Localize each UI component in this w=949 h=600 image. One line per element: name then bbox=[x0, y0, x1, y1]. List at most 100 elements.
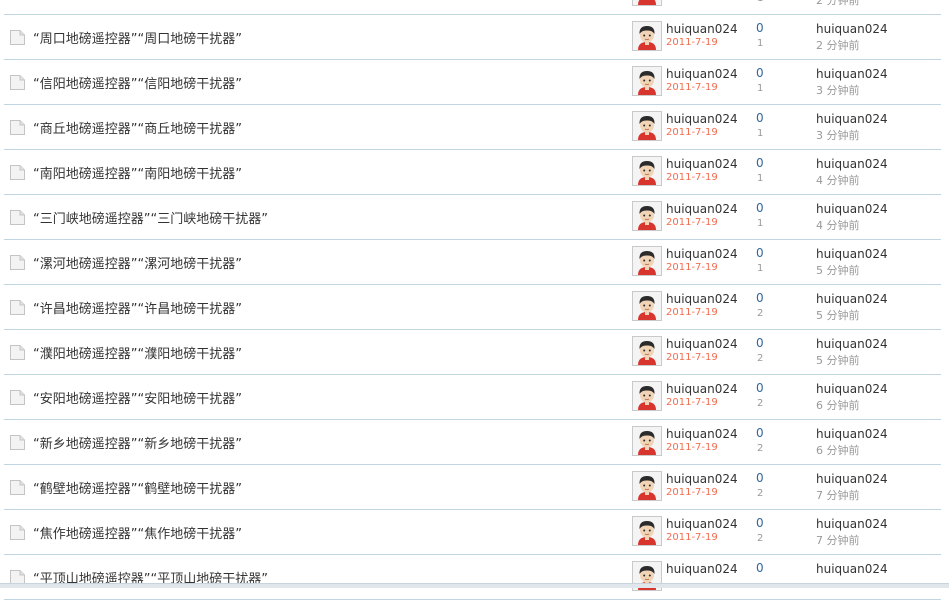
last-post-time-link[interactable]: 7 分钟前 bbox=[816, 487, 860, 503]
view-count: 1 bbox=[757, 83, 764, 94]
thread-author-link[interactable]: huiquan024 bbox=[666, 157, 738, 171]
reply-count-link[interactable]: 0 bbox=[756, 156, 764, 170]
last-post-time-link[interactable]: 5 分钟前 bbox=[816, 352, 860, 368]
reply-count-link[interactable]: 0 bbox=[756, 336, 764, 350]
reply-count-link[interactable]: 0 bbox=[756, 516, 764, 530]
last-poster-link[interactable]: huiquan024 bbox=[816, 292, 888, 306]
last-post-time-link[interactable]: 6 分钟前 bbox=[816, 442, 860, 458]
document-icon bbox=[9, 29, 26, 46]
last-poster-link[interactable]: huiquan024 bbox=[816, 67, 888, 81]
user-avatar-icon[interactable] bbox=[632, 0, 662, 6]
last-post-time-link[interactable]: 4 分钟前 bbox=[816, 217, 860, 233]
document-icon bbox=[9, 344, 26, 361]
user-avatar-icon[interactable] bbox=[632, 381, 662, 411]
reply-count-link[interactable]: 0 bbox=[756, 111, 764, 125]
reply-count-link[interactable]: 0 bbox=[756, 201, 764, 215]
thread-list: huiquan024 2011-7-19 1 2 分钟前 “周口地磅遥控器”“周… bbox=[0, 0, 949, 600]
last-poster-link[interactable]: huiquan024 bbox=[816, 112, 888, 126]
view-count: 2 bbox=[757, 308, 764, 319]
last-poster-link[interactable]: huiquan024 bbox=[816, 427, 888, 441]
last-poster-link[interactable]: huiquan024 bbox=[816, 247, 888, 261]
last-poster-link[interactable]: huiquan024 bbox=[816, 472, 888, 486]
last-post-time-link[interactable]: 7 分钟前 bbox=[816, 532, 860, 548]
last-post-time-link[interactable]: 5 分钟前 bbox=[816, 307, 860, 323]
user-avatar-icon[interactable] bbox=[632, 426, 662, 456]
thread-date: 2011-7-19 bbox=[666, 352, 718, 363]
last-poster-link[interactable]: huiquan024 bbox=[816, 202, 888, 216]
document-icon bbox=[9, 209, 26, 226]
thread-author-link[interactable]: huiquan024 bbox=[666, 112, 738, 126]
reply-count-link[interactable]: 0 bbox=[756, 471, 764, 485]
thread-title-link[interactable]: “新乡地磅遥控器”“新乡地磅干扰器” bbox=[33, 433, 242, 452]
user-avatar-icon[interactable] bbox=[632, 516, 662, 546]
user-avatar-icon[interactable] bbox=[632, 201, 662, 231]
thread-author-link[interactable]: huiquan024 bbox=[666, 247, 738, 261]
thread-author-link[interactable]: huiquan024 bbox=[666, 472, 738, 486]
last-post-time-link[interactable]: 3 分钟前 bbox=[816, 127, 860, 143]
user-avatar-icon[interactable] bbox=[632, 336, 662, 366]
thread-title-link[interactable]: “许昌地磅遥控器”“许昌地磅干扰器” bbox=[33, 298, 242, 317]
horizontal-scrollbar[interactable] bbox=[0, 583, 949, 588]
last-post-time-link[interactable]: 3 分钟前 bbox=[816, 82, 860, 98]
user-avatar-icon[interactable] bbox=[632, 246, 662, 276]
view-count: 1 bbox=[757, 263, 764, 274]
thread-author-link[interactable]: huiquan024 bbox=[666, 427, 738, 441]
thread-date: 2011-7-19 bbox=[666, 127, 718, 138]
thread-row: “信阳地磅遥控器”“信阳地磅干扰器” huiquan024 2011-7-19 … bbox=[0, 60, 949, 105]
thread-title-link[interactable]: “周口地磅遥控器”“周口地磅干扰器” bbox=[33, 28, 242, 47]
user-avatar-icon[interactable] bbox=[632, 21, 662, 51]
thread-author-link[interactable]: huiquan024 bbox=[666, 382, 738, 396]
last-poster-link[interactable]: huiquan024 bbox=[816, 517, 888, 531]
last-poster-link[interactable]: huiquan024 bbox=[816, 157, 888, 171]
last-post-time-link[interactable]: 4 分钟前 bbox=[816, 172, 860, 188]
thread-title-link[interactable]: “南阳地磅遥控器”“南阳地磅干扰器” bbox=[33, 163, 242, 182]
thread-row: “平顶山地磅遥控器”“平顶山地磅干扰器” huiquan024 0 huiqua… bbox=[0, 555, 949, 600]
reply-count-link[interactable]: 0 bbox=[756, 21, 764, 35]
last-post-time-link[interactable]: 5 分钟前 bbox=[816, 262, 860, 278]
view-count: 1 bbox=[757, 128, 764, 139]
user-avatar-icon[interactable] bbox=[632, 471, 662, 501]
user-avatar-icon[interactable] bbox=[632, 111, 662, 141]
document-icon bbox=[9, 434, 26, 451]
view-count: 1 bbox=[757, 38, 764, 49]
thread-title-link[interactable]: “商丘地磅遥控器”“商丘地磅干扰器” bbox=[33, 118, 242, 137]
thread-author-link[interactable]: huiquan024 bbox=[666, 22, 738, 36]
thread-author-link[interactable]: huiquan024 bbox=[666, 292, 738, 306]
thread-title-link[interactable]: “三门峡地磅遥控器”“三门峡地磅干扰器” bbox=[33, 208, 268, 227]
thread-title-link[interactable]: “鹤壁地磅遥控器”“鹤壁地磅干扰器” bbox=[33, 478, 242, 497]
reply-count-link[interactable]: 0 bbox=[756, 426, 764, 440]
thread-row: “新乡地磅遥控器”“新乡地磅干扰器” huiquan024 2011-7-19 … bbox=[0, 420, 949, 465]
reply-count-link[interactable]: 0 bbox=[756, 291, 764, 305]
thread-row: “南阳地磅遥控器”“南阳地磅干扰器” huiquan024 2011-7-19 … bbox=[0, 150, 949, 195]
thread-title-link[interactable]: “焦作地磅遥控器”“焦作地磅干扰器” bbox=[33, 523, 242, 542]
last-post-time-link[interactable]: 6 分钟前 bbox=[816, 397, 860, 413]
thread-date: 2011-7-19 bbox=[666, 217, 718, 228]
view-count: 2 bbox=[757, 488, 764, 499]
thread-title-link[interactable]: “濮阳地磅遥控器”“濮阳地磅干扰器” bbox=[33, 343, 242, 362]
last-poster-link[interactable]: huiquan024 bbox=[816, 562, 888, 576]
thread-author-link[interactable]: huiquan024 bbox=[666, 337, 738, 351]
last-poster-link[interactable]: huiquan024 bbox=[816, 382, 888, 396]
user-avatar-icon[interactable] bbox=[632, 66, 662, 96]
thread-title-link[interactable]: “安阳地磅遥控器”“安阳地磅干扰器” bbox=[33, 388, 242, 407]
last-poster-link[interactable]: huiquan024 bbox=[816, 337, 888, 351]
reply-count-link[interactable]: 0 bbox=[756, 246, 764, 260]
thread-row: “三门峡地磅遥控器”“三门峡地磅干扰器” huiquan024 2011-7-1… bbox=[0, 195, 949, 240]
view-count: 2 bbox=[757, 443, 764, 454]
thread-title-link[interactable]: “信阳地磅遥控器”“信阳地磅干扰器” bbox=[33, 73, 242, 92]
reply-count-link[interactable]: 0 bbox=[756, 66, 764, 80]
thread-author-link[interactable]: huiquan024 bbox=[666, 517, 738, 531]
thread-title-link[interactable]: “漯河地磅遥控器”“漯河地磅干扰器” bbox=[33, 253, 242, 272]
thread-date: 2011-7-19 bbox=[666, 0, 718, 3]
last-poster-link[interactable]: huiquan024 bbox=[816, 22, 888, 36]
thread-author-link[interactable]: huiquan024 bbox=[666, 67, 738, 81]
thread-author-link[interactable]: huiquan024 bbox=[666, 202, 738, 216]
thread-row: huiquan024 2011-7-19 1 2 分钟前 bbox=[0, 0, 949, 15]
thread-author-link[interactable]: huiquan024 bbox=[666, 562, 738, 576]
user-avatar-icon[interactable] bbox=[632, 291, 662, 321]
user-avatar-icon[interactable] bbox=[632, 156, 662, 186]
last-post-time-link[interactable]: 2 分钟前 bbox=[816, 0, 860, 8]
reply-count-link[interactable]: 0 bbox=[756, 381, 764, 395]
reply-count-link[interactable]: 0 bbox=[756, 561, 764, 575]
last-post-time-link[interactable]: 2 分钟前 bbox=[816, 37, 860, 53]
